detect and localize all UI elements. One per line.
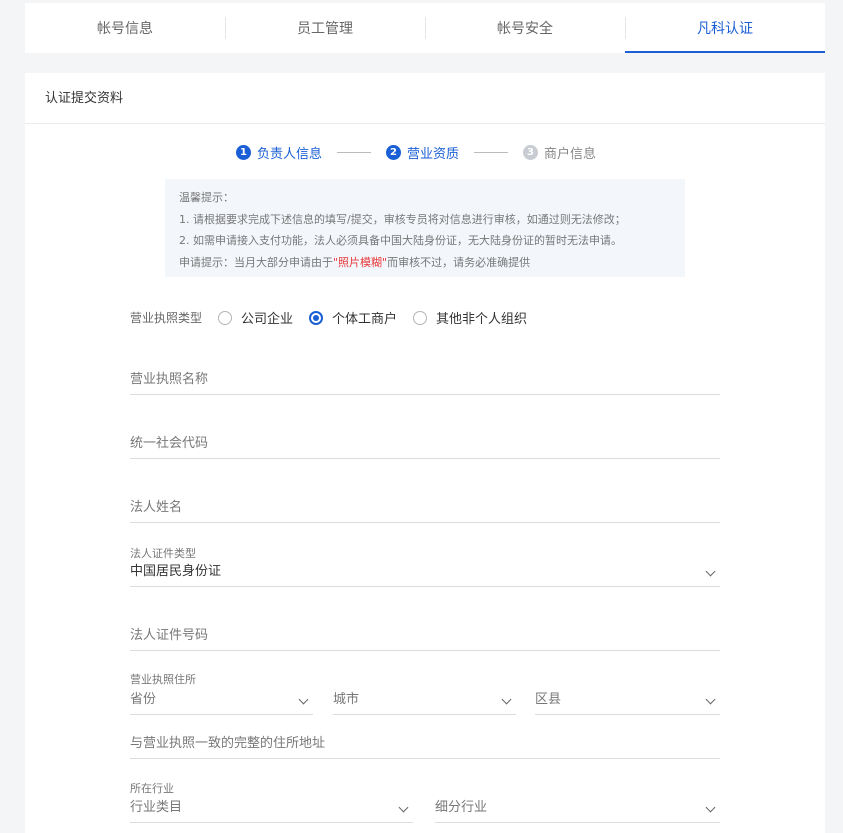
legal-name-field[interactable]: 法人姓名	[130, 485, 720, 523]
license-name-field[interactable]: 营业执照名称	[130, 357, 720, 395]
card-title: 认证提交资料	[25, 73, 825, 124]
notice-line-3-prefix: 申请提示：当月大部分申请由于	[179, 255, 333, 269]
credit-code-placeholder: 统一社会代码	[130, 436, 209, 451]
tab-account-info[interactable]: 帐号信息	[25, 3, 225, 53]
radio-circle[interactable]	[309, 310, 324, 325]
province-placeholder: 省份	[130, 692, 157, 707]
step-business-qualification: 2 营业资质	[386, 143, 459, 162]
radio-individual-business[interactable]: 个体工商户	[309, 308, 397, 327]
district-placeholder: 区县	[535, 692, 562, 707]
industry-category-placeholder: 行业类目	[130, 800, 183, 815]
step-label: 商户信息	[544, 147, 597, 162]
notice-highlight: "照片模糊"	[333, 255, 388, 269]
step-label: 营业资质	[407, 147, 460, 162]
full-address-placeholder: 与营业执照一致的完整的住所地址	[130, 736, 326, 751]
step-responsible-info: 1 负责人信息	[236, 143, 322, 162]
radio-circle[interactable]	[218, 310, 233, 325]
step-number-3: 3	[523, 145, 539, 160]
chevron-down-icon	[705, 566, 716, 577]
license-name-placeholder: 营业执照名称	[130, 372, 209, 387]
tab-staff-management[interactable]: 员工管理	[225, 3, 425, 53]
step-number-1: 1	[236, 145, 251, 160]
radio-label: 其他非个人组织	[436, 312, 528, 327]
radio-label: 公司企业	[241, 312, 294, 327]
chevron-down-icon	[298, 694, 309, 705]
chevron-down-icon	[705, 694, 716, 705]
tab-certification[interactable]: 凡科认证	[625, 3, 825, 53]
chevron-down-icon	[501, 694, 512, 705]
tips-notice: 温馨提示： 1. 请根据要求完成下述信息的填写/提交，审核专员将对信息进行审核，…	[165, 179, 685, 277]
district-select[interactable]: 区县	[535, 683, 720, 715]
license-type-group: 营业执照类型 公司企业 个体工商户 其他非个人组织	[130, 308, 543, 327]
credit-code-field[interactable]: 统一社会代码	[130, 421, 720, 459]
step-label: 负责人信息	[257, 147, 323, 162]
step-connector	[337, 152, 372, 153]
step-number-2: 2	[386, 145, 402, 160]
radio-label: 个体工商户	[332, 312, 398, 327]
radio-company[interactable]: 公司企业	[218, 308, 293, 327]
id-type-select[interactable]: 法人证件类型 中国居民身份证	[130, 545, 720, 587]
step-merchant-info: 3 商户信息	[523, 143, 596, 162]
industry-sub-select[interactable]: 细分行业	[435, 791, 720, 823]
radio-other-organization[interactable]: 其他非个人组织	[413, 308, 527, 327]
certification-card: 认证提交资料 1 负责人信息 2 营业资质 3 商户信息 温馨提示： 1. 请根…	[25, 73, 825, 833]
step-connector	[474, 152, 509, 153]
progress-steps: 1 负责人信息 2 营业资质 3 商户信息	[236, 143, 596, 162]
industry-category-select[interactable]: 行业类目	[130, 791, 413, 823]
legal-name-placeholder: 法人姓名	[130, 500, 183, 515]
id-type-value: 中国居民身份证	[130, 564, 222, 579]
tab-account-security[interactable]: 帐号安全	[425, 3, 625, 53]
license-type-label: 营业执照类型	[130, 311, 203, 325]
city-placeholder: 城市	[333, 692, 360, 707]
chevron-down-icon	[705, 802, 716, 813]
notice-line-2: 2. 如需申请接入支付功能，法人必须具备中国大陆身份证，无大陆身份证的暂时无法申…	[179, 234, 622, 247]
notice-line-3-suffix: 而审核不过，请务必准确提供	[387, 255, 531, 269]
industry-sub-placeholder: 细分行业	[435, 800, 488, 815]
notice-line-3: 申请提示：当月大部分申请由于"照片模糊"而审核不过，请务必准确提供	[179, 252, 671, 274]
notice-title: 温馨提示：	[179, 191, 234, 204]
id-number-field[interactable]: 法人证件号码	[130, 613, 720, 651]
province-select[interactable]: 省份	[130, 683, 313, 715]
notice-line-1: 1. 请根据要求完成下述信息的填写/提交，审核专员将对信息进行审核，如通过则无法…	[179, 212, 626, 226]
account-tabs: 帐号信息 员工管理 帐号安全 凡科认证	[25, 3, 825, 53]
id-type-label: 法人证件类型	[130, 547, 196, 560]
radio-circle[interactable]	[413, 310, 428, 325]
city-select[interactable]: 城市	[333, 683, 516, 715]
id-number-placeholder: 法人证件号码	[130, 628, 209, 643]
chevron-down-icon	[398, 802, 409, 813]
full-address-field[interactable]: 与营业执照一致的完整的住所地址	[130, 725, 720, 759]
